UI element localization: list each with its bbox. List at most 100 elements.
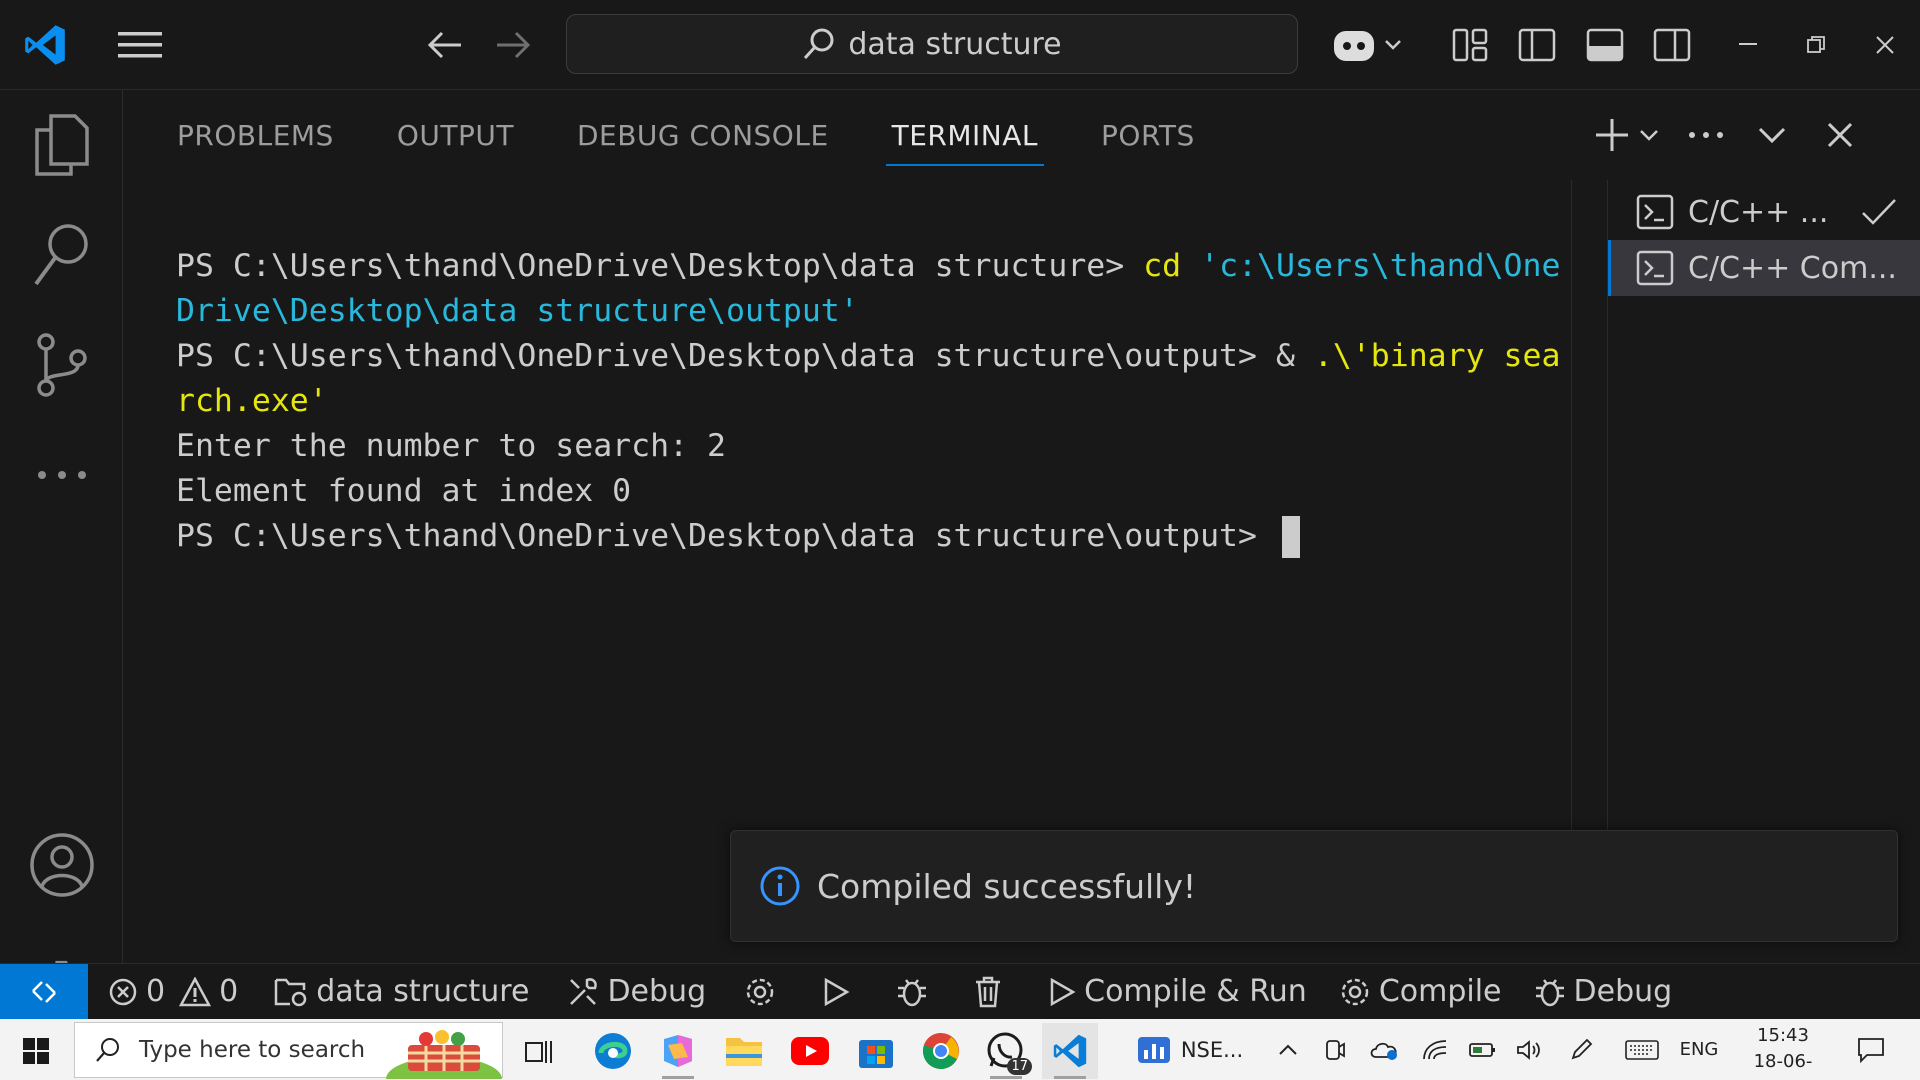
gear-icon [1341, 978, 1369, 1005]
clean-button[interactable] [962, 964, 1014, 1020]
terminal-output[interactable]: PS C:\Users\thand\OneDrive\Desktop\data … [176, 244, 1566, 559]
customize-layout-icon[interactable] [1448, 24, 1492, 66]
toggle-primary-sidebar-icon[interactable] [1515, 24, 1559, 66]
show-hidden-icons-chevron-icon[interactable] [1273, 1019, 1303, 1080]
panel-actions [1590, 90, 1920, 180]
chevron-down-icon[interactable] [1634, 112, 1664, 158]
tab-ports[interactable]: PORTS [1101, 90, 1195, 180]
stock-chart-icon [1137, 1036, 1170, 1063]
remote-indicator-button[interactable] [0, 963, 88, 1020]
debug-run-button[interactable]: Debug [1522, 964, 1685, 1020]
activity-bar [0, 90, 123, 1020]
notification-toast[interactable]: Compiled successfully! [730, 830, 1898, 942]
close-panel-icon[interactable] [1818, 112, 1862, 158]
debug-label: Debug [607, 974, 707, 1009]
microsoft-store-icon[interactable] [848, 1023, 904, 1079]
bug-icon [898, 978, 927, 1006]
system-clock[interactable]: 15:43 18-06-2025 [1733, 1023, 1833, 1080]
maximize-panel-chevron-icon[interactable] [1750, 112, 1794, 158]
onedrive-icon[interactable] [1368, 1019, 1402, 1080]
warning-count: 0 [219, 974, 239, 1009]
terminal-icon [1636, 250, 1674, 286]
terminal-tab-1[interactable]: C/C++ ... [1608, 184, 1920, 240]
wifi-icon[interactable] [1418, 1019, 1452, 1080]
vscode-logo-icon [20, 20, 70, 70]
terminal-line: rch.exe' [176, 379, 1566, 424]
toggle-panel-icon[interactable] [1583, 24, 1627, 66]
explorer-icon[interactable] [0, 90, 123, 200]
terminal-operator: & [1275, 338, 1314, 374]
back-arrow-icon[interactable] [420, 24, 470, 66]
terminal-tab-label: C/C++ ... [1688, 194, 1829, 230]
task-view-icon[interactable] [511, 1023, 567, 1079]
copilot-icon[interactable] [1328, 22, 1408, 68]
debug-config-status[interactable]: Debug [555, 964, 718, 1020]
terminal-line: Enter the number to search: 2 [176, 428, 726, 464]
folder-settings-icon [274, 978, 307, 1006]
status-bar: 0 0 data structure Debug Compile & Run C… [0, 963, 1920, 1020]
bug-icon [1535, 978, 1564, 1006]
meet-now-icon[interactable] [1320, 1019, 1350, 1080]
touch-keyboard-icon[interactable] [1622, 1019, 1662, 1080]
terminal-icon [1636, 194, 1674, 230]
restore-icon[interactable] [1793, 24, 1839, 66]
run-button[interactable] [810, 964, 862, 1020]
whatsapp-icon[interactable]: 17 [978, 1023, 1034, 1079]
menu-icon[interactable] [112, 24, 168, 66]
problems-status[interactable]: 0 0 [88, 964, 250, 1020]
file-explorer-icon[interactable] [716, 1023, 772, 1079]
new-terminal-plus-icon[interactable] [1590, 112, 1634, 158]
vscode-taskbar-icon[interactable] [1042, 1023, 1098, 1079]
compile-run-button[interactable]: Compile & Run [1036, 964, 1319, 1020]
debug-run-label: Debug [1573, 974, 1673, 1009]
command-center-search[interactable]: data structure [566, 14, 1298, 74]
search-icon [804, 28, 834, 60]
settings-status-button[interactable] [732, 964, 788, 1020]
info-icon [760, 866, 800, 906]
terminal-line: Element found at index 0 [176, 473, 632, 509]
edge-browser-icon[interactable] [585, 1023, 641, 1079]
terminal-tab-2[interactable]: C/C++ Com... [1608, 240, 1920, 296]
toggle-secondary-sidebar-icon[interactable] [1650, 24, 1694, 66]
volume-icon[interactable] [1512, 1019, 1546, 1080]
title-bar: data structure [0, 0, 1920, 90]
copilot-app-icon[interactable] [650, 1023, 706, 1079]
notification-message: Compiled successfully! [817, 866, 1197, 906]
taskbar-search-placeholder: Type here to search [139, 1037, 366, 1063]
play-icon [824, 977, 850, 1006]
youtube-icon[interactable] [782, 1023, 838, 1079]
search-highlight-illustration [386, 1023, 502, 1079]
terminal-line: PS C:\Users\thand\OneDrive\Desktop\data … [176, 334, 1566, 379]
more-views-icon[interactable] [0, 420, 123, 530]
taskbar-search-box[interactable]: Type here to search [74, 1022, 503, 1079]
windows-start-icon[interactable] [8, 1023, 64, 1079]
close-window-icon[interactable] [1862, 24, 1908, 66]
terminal-prompt: PS C:\Users\thand\OneDrive\Desktop\data … [176, 338, 1276, 374]
accounts-icon[interactable] [0, 810, 123, 920]
forward-arrow-icon[interactable] [488, 24, 538, 66]
remote-icon [32, 980, 56, 1003]
battery-icon[interactable] [1466, 1019, 1500, 1080]
search-icon[interactable] [0, 200, 123, 310]
compile-button[interactable]: Compile [1327, 964, 1514, 1020]
more-actions-icon[interactable] [1684, 112, 1728, 158]
chrome-icon[interactable] [913, 1023, 969, 1079]
terminal-line: PS C:\Users\thand\OneDrive\Desktop\data … [176, 514, 1566, 559]
search-icon [96, 1038, 119, 1062]
source-control-icon[interactable] [0, 310, 123, 420]
terminal-command: rch.exe' [176, 383, 328, 419]
folder-status[interactable]: data structure [262, 964, 541, 1020]
tab-debug-console[interactable]: DEBUG CONSOLE [577, 90, 829, 180]
notifications-icon[interactable] [1850, 1019, 1892, 1080]
debug-button[interactable] [884, 964, 940, 1020]
whatsapp-badge: 17 [1007, 1058, 1032, 1075]
nse-widget[interactable]: NSE... [1130, 1019, 1250, 1080]
minimize-icon[interactable] [1725, 24, 1771, 66]
tab-problems[interactable]: PROBLEMS [177, 90, 334, 180]
error-count: 0 [146, 974, 166, 1009]
compile-label: Compile [1378, 974, 1502, 1009]
language-indicator[interactable]: ENG [1674, 1019, 1724, 1080]
pen-icon[interactable] [1564, 1019, 1598, 1080]
tab-terminal[interactable]: TERMINAL [885, 90, 1045, 180]
tab-output[interactable]: OUTPUT [397, 90, 514, 180]
